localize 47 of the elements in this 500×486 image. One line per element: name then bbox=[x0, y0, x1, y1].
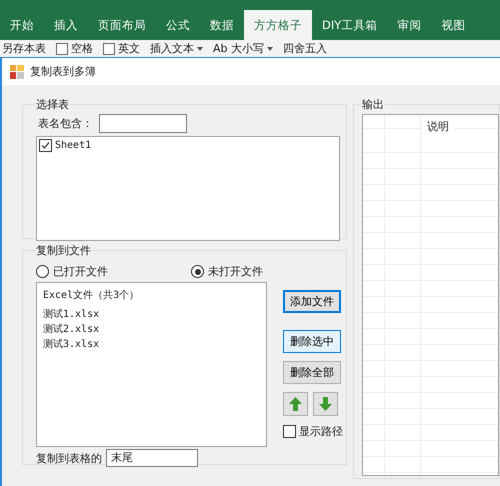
ribbon-tab[interactable]: 公式 bbox=[156, 10, 200, 40]
action-button[interactable]: 删除全部 bbox=[283, 361, 341, 384]
toolbar-label: 英文 bbox=[118, 41, 140, 56]
group-title: 输出 bbox=[361, 97, 385, 112]
arrow-up-icon bbox=[289, 397, 302, 411]
action-button[interactable]: 添加文件 bbox=[283, 290, 341, 313]
radio-button[interactable] bbox=[36, 265, 49, 278]
list-header: Excel文件（共3个） bbox=[43, 288, 140, 303]
toolbar-button[interactable]: 另存本表 bbox=[2, 41, 46, 56]
ribbon-tab[interactable]: 插入 bbox=[44, 10, 88, 40]
ribbon-tab[interactable]: 数据 bbox=[200, 10, 244, 40]
checkbox[interactable] bbox=[39, 139, 52, 152]
toolbar-dropdown[interactable]: 插入文本 bbox=[150, 41, 203, 56]
ribbon-tab[interactable]: 开始 bbox=[0, 10, 44, 40]
file-item[interactable]: 测试2.xlsx bbox=[43, 322, 260, 337]
file-item[interactable]: 测试3.xlsx bbox=[43, 337, 260, 352]
file-item[interactable]: 测试1.xlsx bbox=[43, 307, 260, 322]
radio-label: 未打开文件 bbox=[208, 264, 263, 279]
app-icon bbox=[10, 64, 24, 78]
caret-icon bbox=[197, 46, 203, 50]
ribbon-tab[interactable]: 页面布局 bbox=[88, 10, 156, 40]
radio-button[interactable] bbox=[191, 265, 204, 278]
toolbar-label: 空格 bbox=[71, 41, 93, 56]
checkbox-label: 显示路径 bbox=[299, 424, 343, 439]
checkbox[interactable] bbox=[283, 425, 296, 438]
dialog-title: 复制表到多簿 bbox=[30, 64, 96, 79]
position-label: 复制到表格的 bbox=[36, 450, 102, 466]
move-up-button[interactable] bbox=[283, 392, 308, 416]
ribbon-tab[interactable]: DIY工具箱 bbox=[312, 10, 388, 40]
position-dropdown[interactable]: 末尾 bbox=[106, 449, 198, 467]
filter-label: 表名包含： bbox=[38, 116, 93, 131]
group-title: 复制到文件 bbox=[35, 243, 92, 258]
sheet-name: Sheet1 bbox=[55, 140, 92, 151]
action-button[interactable]: 删除选中 bbox=[283, 330, 341, 353]
toolbar-button[interactable]: 四舍五入 bbox=[283, 41, 328, 56]
checkbox[interactable] bbox=[103, 42, 115, 54]
ribbon-tab[interactable]: 审阅 bbox=[387, 10, 432, 40]
ribbon-tab[interactable]: 方方格子 bbox=[244, 10, 312, 40]
arrow-down-icon bbox=[319, 397, 332, 411]
radio-label: 已打开文件 bbox=[53, 264, 108, 279]
ribbon-tab[interactable]: 视图 bbox=[431, 10, 476, 40]
group-title: 选择表 bbox=[35, 97, 70, 112]
filter-field[interactable] bbox=[99, 114, 187, 133]
checkbox[interactable] bbox=[56, 42, 68, 54]
move-down-button[interactable] bbox=[313, 392, 338, 416]
toolbar-dropdown[interactable]: Ab 大小写 bbox=[213, 41, 274, 56]
caret-icon bbox=[267, 46, 274, 50]
